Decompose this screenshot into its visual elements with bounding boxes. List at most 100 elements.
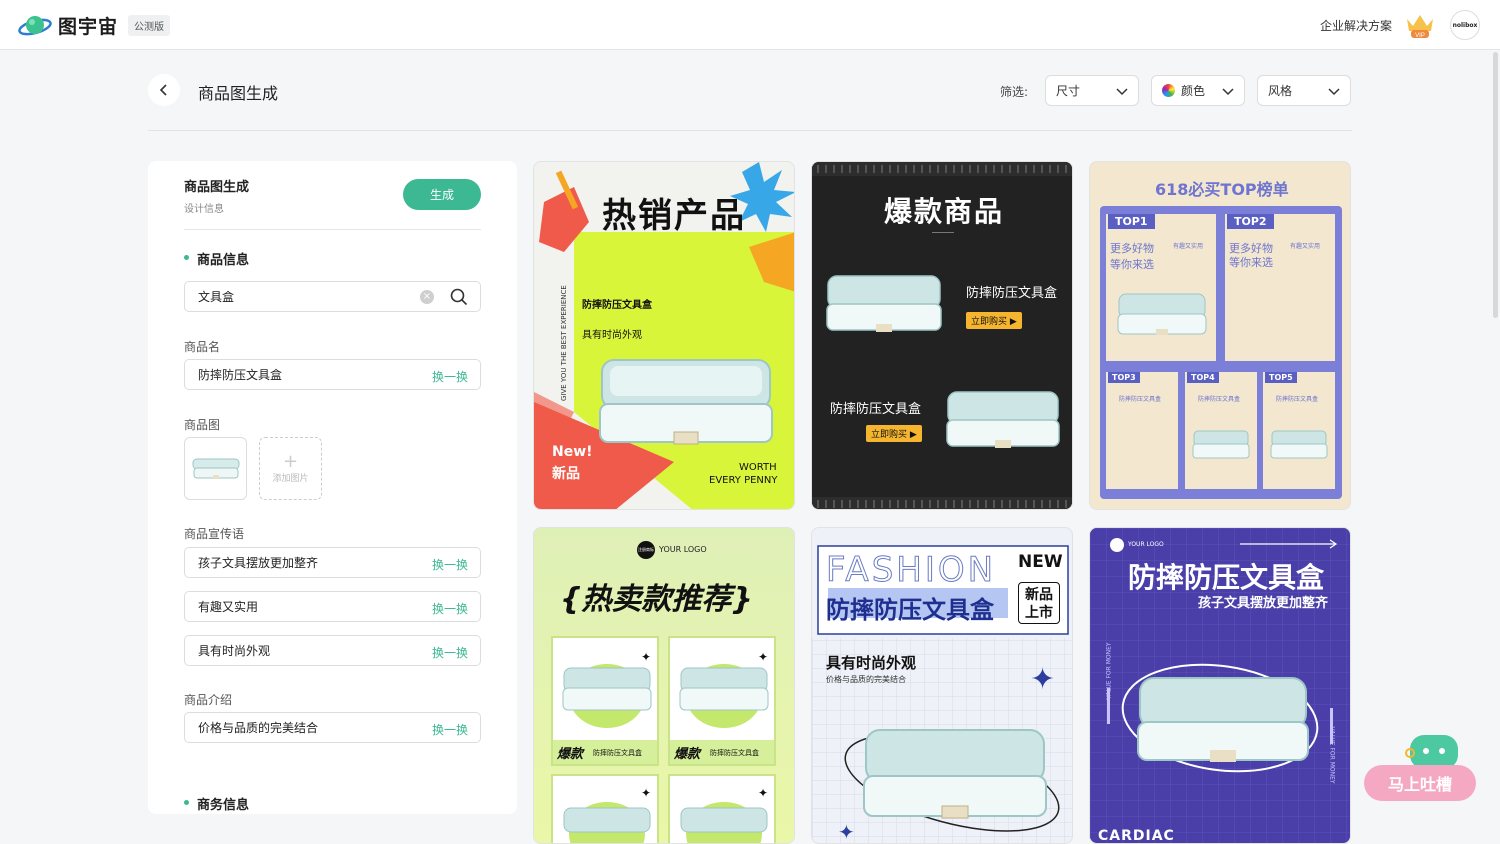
enterprise-solutions-link[interactable]: 企业解决方案: [1320, 17, 1392, 34]
slogan-label: 商品宣传语: [184, 527, 245, 541]
card2-title: 爆款商品: [884, 195, 1005, 228]
card4-hot-label: 爆款: [557, 747, 584, 762]
card1-tagline: 具有时尚外观: [582, 330, 642, 341]
card2-product-name-2: 防摔防压文具盒: [830, 402, 922, 417]
card6-side-text-left: VALUE FOR MONEY: [1105, 642, 1113, 700]
product-image-label: 商品图: [184, 418, 221, 432]
product-image-thumbnail[interactable]: [184, 437, 247, 500]
pencil-case-image: [562, 667, 652, 711]
back-button[interactable]: [148, 74, 180, 106]
filter-style-select[interactable]: 风格: [1257, 75, 1351, 106]
template-card-2[interactable]: 爆款商品 防摔防压文具盒 立即购买 ▶ 防摔防压文具盒 立即购买 ▶: [811, 161, 1073, 510]
chevron-down-icon: [1222, 88, 1234, 96]
card4-logo-mark: 注册商标: [637, 541, 655, 559]
template-card-4[interactable]: 注册商标 YOUR LOGO {热卖款推荐} 爆款 防摔防压文具盒 ✦ 爆款 防…: [533, 527, 795, 844]
card3-tag2: 有趣又实用: [1290, 243, 1321, 250]
card1-every-penny: EVERY PENNY: [709, 475, 778, 486]
card5-new-launch-badge: 新品 上市: [1018, 582, 1060, 624]
page-scrollbar[interactable]: [1493, 52, 1498, 318]
sparkle-icon: ✦: [1030, 662, 1056, 697]
intro-label: 商品介绍: [184, 693, 233, 707]
slogan-field-3[interactable]: 具有时尚外观 换一换: [184, 635, 481, 666]
sparkle-icon: ✦: [641, 786, 652, 800]
card6-slogan: 孩子文具摆放更加整齐: [1198, 596, 1329, 611]
pencil-case-image: [946, 391, 1060, 448]
card5-new-en: NEW: [1018, 552, 1063, 572]
card6-side-text-right: VALUE FOR MONEY: [1328, 726, 1336, 784]
swap-link[interactable]: 换一换: [432, 368, 468, 385]
swap-link[interactable]: 换一换: [432, 644, 468, 661]
card5-intro: 价格与品质的完美结合: [826, 675, 906, 684]
search-icon[interactable]: [450, 288, 468, 306]
logo-text: 图宇宙: [58, 16, 119, 38]
swap-link[interactable]: 换一换: [432, 600, 468, 617]
chevron-down-icon: [1328, 88, 1340, 96]
card4-title: {热卖款推荐}: [560, 582, 753, 617]
card2-buy-badge-1: 立即购买 ▶: [966, 312, 1022, 329]
add-image-button[interactable]: + 添加图片: [259, 437, 322, 500]
panel-subtitle: 设计信息: [184, 204, 224, 215]
card3-tag: 有趣又实用: [1173, 243, 1204, 250]
card5-product-name: 防摔防压文具盒: [826, 596, 994, 624]
card5-tagline: 具有时尚外观: [826, 654, 917, 672]
card4-name: 防摔防压文具盒: [710, 749, 759, 757]
filter-size-select[interactable]: 尺寸: [1045, 75, 1139, 106]
card5-fashion: FASHION: [825, 550, 997, 591]
template-card-3[interactable]: 618必买TOP榜单 TOP1 TOP2 更多好物 等你来选 有趣又实用 更多好…: [1089, 161, 1351, 510]
product-name-field[interactable]: 防摔防压文具盒 换一换: [184, 359, 481, 390]
card1-vertical-text: GIVE YOU THE BEST EXPERIENCE: [560, 285, 568, 401]
card4-item-3: ✦: [551, 774, 659, 843]
pencil-case-image: [599, 359, 773, 445]
card3-top4-label: TOP4: [1187, 372, 1219, 383]
pencil-case-image: [826, 275, 942, 332]
card3-slogan-b: 等你来选: [1110, 258, 1154, 271]
slogan-field-1[interactable]: 孩子文具摆放更加整齐 换一换: [184, 547, 481, 578]
product-name-label: 商品名: [184, 340, 221, 354]
slogan-value: 孩子文具摆放更加整齐: [198, 556, 319, 570]
card4-item-1: 爆款 防摔防压文具盒 ✦: [551, 636, 659, 766]
slogan-field-2[interactable]: 有趣又实用 换一换: [184, 591, 481, 622]
pencil-case-image: [863, 729, 1047, 819]
sparkle-icon: ✦: [758, 786, 769, 800]
card4-hot-label: 爆款: [674, 747, 701, 762]
swap-link[interactable]: 换一换: [432, 721, 468, 738]
template-card-5[interactable]: FASHION NEW 新品 上市 防摔防压文具盒 具有时尚外观 价格与品质的完…: [811, 527, 1073, 844]
avatar[interactable]: nolibox: [1450, 10, 1480, 40]
add-image-label: 添加图片: [272, 474, 309, 484]
card3-name-5: 防摔防压文具盒: [1276, 396, 1319, 403]
intro-field[interactable]: 价格与品质的完美结合 换一换: [184, 712, 481, 743]
card1-worth: WORTH: [739, 462, 777, 473]
card3-title: 618必买TOP榜单: [1155, 180, 1289, 199]
planet-logo-icon: [18, 15, 52, 35]
template-card-6[interactable]: YOUR LOGO 防摔防压文具盒 孩子文具摆放更加整齐 VALUE FOR M…: [1089, 527, 1351, 844]
generate-button[interactable]: 生成: [403, 179, 481, 210]
search-input[interactable]: 文具盒 ×: [184, 281, 481, 312]
card2-buy-badge-2: 立即购买 ▶: [866, 425, 922, 442]
feedback-button[interactable]: 马上吐槽: [1364, 733, 1476, 801]
pencil-case-image: [679, 667, 769, 711]
swap-link[interactable]: 换一换: [432, 556, 468, 573]
card1-product-name: 防摔防压文具盒: [582, 300, 652, 311]
vip-label: VIP: [1415, 33, 1425, 39]
vip-crown-icon[interactable]: VIP: [1404, 11, 1436, 39]
product-name-value: 防摔防压文具盒: [198, 368, 283, 382]
card5-new-line2: 上市: [1025, 605, 1053, 621]
top-bar: 图宇宙 公测版 企业解决方案 VIP nolibox: [0, 0, 1500, 50]
card3-top1-label: TOP1: [1108, 214, 1155, 229]
pencil-case-image: [563, 807, 651, 833]
filter-size-label: 尺寸: [1056, 84, 1081, 98]
card4-logo-text: YOUR LOGO: [659, 545, 707, 554]
page-title: 商品图生成: [198, 84, 279, 103]
logo[interactable]: 图宇宙 公测版: [18, 12, 171, 39]
card3-slogan-b2: 等你来选: [1229, 256, 1273, 269]
beta-badge: 公测版: [128, 15, 171, 36]
card3-top3-label: TOP3: [1108, 372, 1140, 383]
pencil-case-image: [680, 807, 768, 833]
pencil-case-image: [1192, 430, 1250, 459]
filter-color-select[interactable]: 颜色: [1151, 75, 1245, 106]
card6-product-name: 防摔防压文具盒: [1128, 561, 1325, 594]
sparkle-icon: ✦: [758, 650, 769, 664]
card1-new-cn: 新品: [552, 466, 580, 482]
template-card-1[interactable]: 热销产品 GIVE YOU THE BEST EXPERIENCE 防摔防压文具…: [533, 161, 795, 510]
clear-icon[interactable]: ×: [420, 290, 434, 304]
